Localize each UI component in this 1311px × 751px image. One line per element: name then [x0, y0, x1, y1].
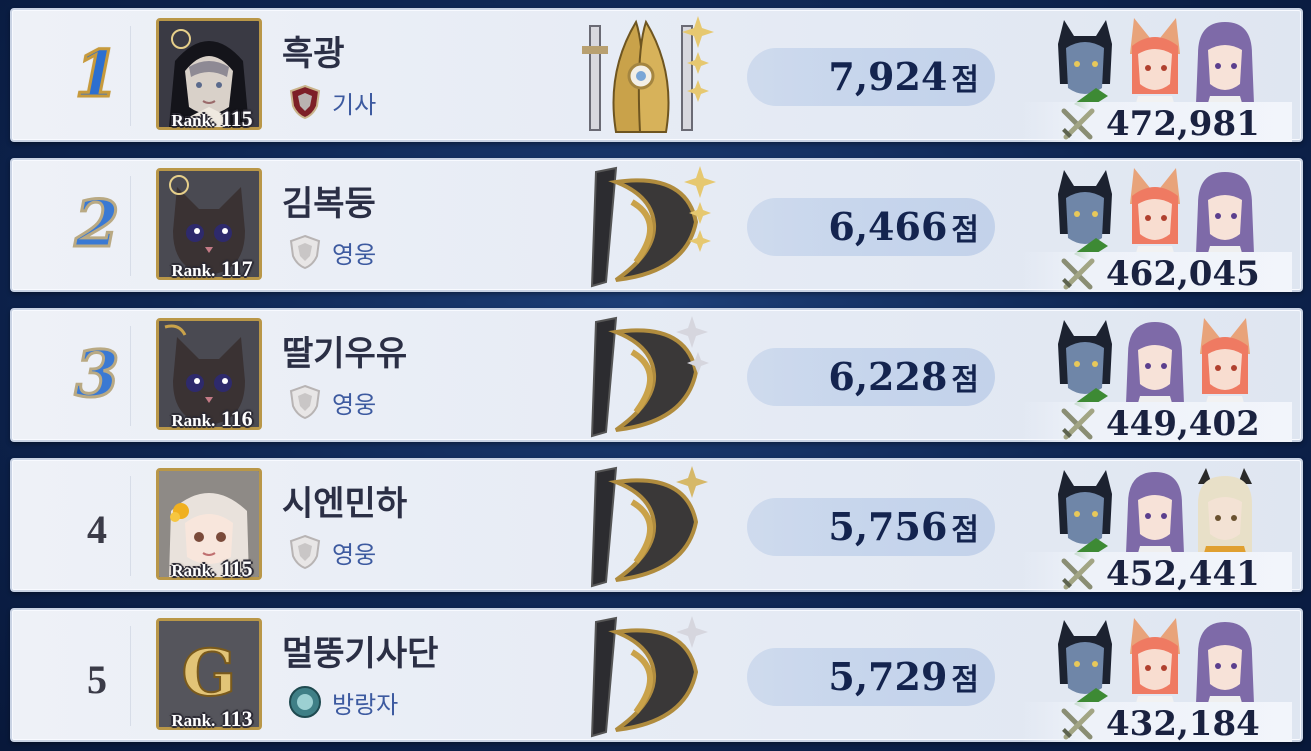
team-portraits[interactable] — [1050, 314, 1260, 410]
svg-text:G: G — [182, 636, 237, 711]
score-unit: 점 — [951, 63, 979, 98]
team-fox-girl-portrait — [1130, 618, 1180, 710]
crossed-swords-icon — [1061, 408, 1095, 440]
leaderboard-row-5[interactable]: 5 G Rank. 113 멀뚱기사단 방랑자 5,729 점 432,184 — [10, 608, 1303, 744]
team-fox-girl-portrait — [1130, 18, 1180, 110]
combat-power-value: 449,402 — [1106, 404, 1260, 444]
player-name: 흑광 — [282, 34, 345, 74]
rank-prefix: Rank. — [171, 561, 216, 580]
combat-power-value: 432,184 — [1106, 704, 1260, 744]
team-portraits[interactable] — [1050, 164, 1260, 260]
team-fox-girl-portrait — [1130, 168, 1180, 260]
tier-knight-shield-icon — [289, 84, 321, 120]
dark-gold-wing-emblem-icon — [576, 462, 726, 590]
team-blue-orc-portrait — [1058, 170, 1112, 260]
combat-power-value: 462,045 — [1106, 254, 1260, 294]
team-purple-hair-girl-portrait — [1196, 22, 1254, 110]
rank-prefix: Rank. — [171, 111, 216, 130]
team-blue-orc-portrait — [1058, 470, 1112, 560]
rank-number: 2 — [73, 187, 121, 262]
divider — [130, 626, 131, 726]
crossed-swords-icon — [1061, 108, 1095, 140]
rank-prefix: Rank. — [171, 411, 216, 430]
crossed-swords-icon — [1061, 708, 1095, 740]
tier-label: 기사 — [332, 90, 377, 119]
team-purple-hair-girl-portrait — [1126, 322, 1184, 410]
rank-number: 5 — [87, 657, 107, 702]
score-value: 5,729 — [828, 654, 948, 699]
team-portraits[interactable] — [1050, 14, 1260, 110]
combat-power-value: 472,981 — [1106, 104, 1260, 144]
team-portraits[interactable] — [1050, 464, 1260, 560]
tier-label: 방랑자 — [332, 690, 399, 719]
tier-label: 영웅 — [332, 540, 377, 569]
divider — [130, 26, 131, 126]
rank-number: 4 — [87, 507, 107, 552]
score-value: 6,466 — [828, 204, 948, 249]
rank-prefix: Rank. — [171, 261, 216, 280]
team-portraits[interactable] — [1050, 614, 1260, 710]
winged-sword-emblem-icon — [576, 12, 726, 140]
player-level: 113 — [220, 706, 253, 731]
team-blue-orc-portrait — [1058, 20, 1112, 110]
tier-wanderer-badge-icon — [289, 686, 321, 718]
divider — [130, 326, 131, 426]
team-purple-hair-girl-portrait — [1126, 472, 1184, 560]
tier-hero-shield-icon — [289, 534, 321, 570]
player-level: 117 — [220, 256, 253, 281]
player-level: 115 — [220, 106, 253, 131]
dark-gold-wing-emblem-icon — [576, 612, 726, 740]
tier-hero-shield-icon — [289, 234, 321, 270]
rank-prefix: Rank. — [171, 711, 216, 730]
player-level: 115 — [220, 556, 253, 581]
player-name: 시엔민하 — [282, 484, 408, 524]
player-name: 김복둥 — [282, 184, 376, 224]
divider — [130, 476, 131, 576]
score-value: 6,228 — [828, 354, 948, 399]
dark-gold-wing-emblem-icon — [576, 162, 726, 290]
team-blue-orc-portrait — [1058, 320, 1112, 410]
crossed-swords-icon — [1061, 558, 1095, 590]
team-purple-hair-girl-portrait — [1196, 622, 1254, 710]
score-value: 7,924 — [828, 54, 948, 99]
leaderboard-row-2[interactable]: 2 Rank. 117 김복둥 영웅 6,466 점 462,045 — [10, 158, 1303, 294]
team-purple-hair-girl-portrait — [1196, 172, 1254, 260]
rank-number: 3 — [73, 337, 121, 412]
tier-label: 영웅 — [332, 390, 377, 419]
dark-gold-wing-emblem-icon — [576, 312, 726, 440]
leaderboard-row-3[interactable]: 3 Rank. 116 딸기우유 영웅 6,228 점 449,402 — [10, 308, 1303, 444]
divider — [130, 176, 131, 276]
score-unit: 점 — [951, 363, 979, 398]
tier-hero-shield-icon — [289, 384, 321, 420]
team-horned-blonde-girl-portrait — [1198, 468, 1252, 560]
score-unit: 점 — [951, 213, 979, 248]
rank-number: 1 — [73, 37, 121, 112]
leaderboard-row-1[interactable]: 1 Rank. 115 흑광 기사 7,924 점 472,981 — [10, 8, 1303, 144]
score-unit: 점 — [951, 663, 979, 698]
player-level: 116 — [220, 406, 253, 431]
combat-power-value: 452,441 — [1106, 554, 1260, 594]
player-name: 멀뚱기사단 — [282, 634, 439, 674]
leaderboard-row-4[interactable]: 4 Rank. 115 시엔민하 영웅 5,756 점 452,441 — [10, 458, 1303, 594]
team-fox-girl-portrait — [1200, 318, 1250, 410]
team-blue-orc-portrait — [1058, 620, 1112, 710]
score-unit: 점 — [951, 513, 979, 548]
player-name: 딸기우유 — [282, 334, 408, 374]
score-value: 5,756 — [828, 504, 948, 549]
tier-label: 영웅 — [332, 240, 377, 269]
crossed-swords-icon — [1061, 258, 1095, 290]
